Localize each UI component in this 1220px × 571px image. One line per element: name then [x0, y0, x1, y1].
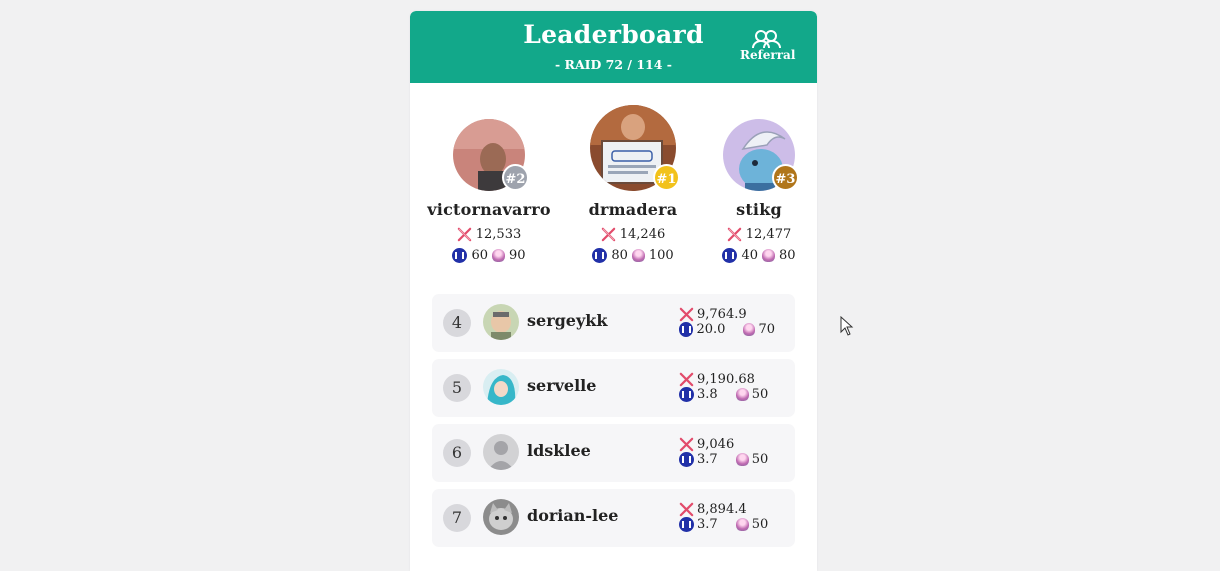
gem-value: 90 [509, 248, 526, 263]
username: sergeykk [527, 311, 608, 330]
gem-icon [735, 518, 749, 531]
gem-icon [492, 249, 505, 262]
crossed-swords-icon [601, 227, 615, 242]
damage-value: 9,764.9 [697, 307, 747, 322]
crossed-swords-icon [679, 437, 694, 452]
avatar [483, 369, 519, 405]
steem-coin-icon [722, 248, 738, 263]
damage-value: 12,533 [475, 227, 522, 242]
username: victornavarro [427, 200, 551, 219]
leaderboard-panel: Leaderboard - RAID 72 / 114 - Referral #… [410, 11, 817, 571]
referral-label: Referral [740, 48, 796, 62]
rank-badge: #1 [653, 164, 680, 191]
gem-value: 50 [751, 517, 769, 532]
username: stikg [736, 200, 782, 219]
damage-value: 12,477 [745, 227, 792, 242]
gem-value: 70 [758, 322, 775, 337]
podium-rank-3[interactable]: #3 stikg 12,477 40 80 [697, 119, 817, 263]
damage-value: 9,046 [697, 437, 735, 452]
username: ldsklee [527, 441, 591, 460]
steem-coin-icon [679, 387, 694, 402]
crossed-swords-icon [679, 307, 694, 322]
username: servelle [527, 376, 597, 395]
gem-value: 50 [751, 387, 769, 402]
rank-number: 6 [443, 439, 471, 467]
steem-coin-icon [679, 452, 694, 467]
gem-icon [735, 388, 749, 401]
rank-badge: #3 [772, 164, 799, 191]
damage-value: 14,246 [619, 227, 666, 242]
podium-rank-1[interactable]: #1 drmadera 14,246 80 100 [571, 105, 695, 263]
damage-value: 8,894.4 [697, 502, 747, 517]
steem-value: 3.7 [697, 517, 718, 532]
username: drmadera [588, 200, 678, 219]
gem-icon [631, 249, 645, 262]
steem-value: 80 [611, 248, 628, 263]
avatar [483, 434, 519, 470]
rank-number: 7 [443, 504, 471, 532]
crossed-swords-icon [679, 372, 694, 387]
rank-number: 5 [443, 374, 471, 402]
steem-value: 40 [741, 248, 758, 263]
gem-icon [762, 249, 775, 262]
crossed-swords-icon [679, 502, 694, 517]
referral-button[interactable]: Referral [740, 29, 796, 62]
username: dorian-lee [527, 506, 619, 525]
list-item[interactable]: 4 sergeykk 9,764.9 20.0 70 [432, 294, 795, 352]
steem-coin-icon [452, 248, 468, 263]
list-item[interactable]: 6 ldsklee 9,046 3.7 50 [432, 424, 795, 482]
steem-coin-icon [679, 517, 694, 532]
gem-value: 50 [751, 452, 769, 467]
leaderboard-header: Leaderboard - RAID 72 / 114 - Referral [410, 11, 817, 83]
gem-value: 100 [648, 248, 674, 263]
leaderboard-list: 4 sergeykk 9,764.9 20.0 70 5 servelle 9,… [432, 294, 795, 554]
gem-icon [735, 453, 749, 466]
crossed-swords-icon [727, 227, 741, 242]
rank-badge: #2 [502, 164, 529, 191]
list-item[interactable]: 7 dorian-lee 8,894.4 3.7 50 [432, 489, 795, 547]
gem-icon [742, 323, 756, 336]
gem-value: 80 [779, 248, 796, 263]
steem-value: 3.8 [697, 387, 718, 402]
avatar [483, 499, 519, 535]
users-icon [752, 30, 781, 49]
rank-number: 4 [443, 309, 471, 337]
steem-value: 60 [471, 248, 488, 263]
mouse-cursor-icon [840, 316, 854, 336]
avatar [483, 304, 519, 340]
list-item[interactable]: 5 servelle 9,190.68 3.8 50 [432, 359, 795, 417]
steem-coin-icon [679, 322, 694, 337]
podium-rank-2[interactable]: #2 victornavarro 12,533 60 90 [427, 119, 551, 263]
podium: #2 victornavarro 12,533 60 90 #1 drmader… [410, 83, 817, 293]
steem-value: 20.0 [696, 322, 726, 337]
steem-coin-icon [592, 248, 608, 263]
crossed-swords-icon [457, 227, 471, 242]
damage-value: 9,190.68 [697, 372, 755, 387]
steem-value: 3.7 [697, 452, 718, 467]
